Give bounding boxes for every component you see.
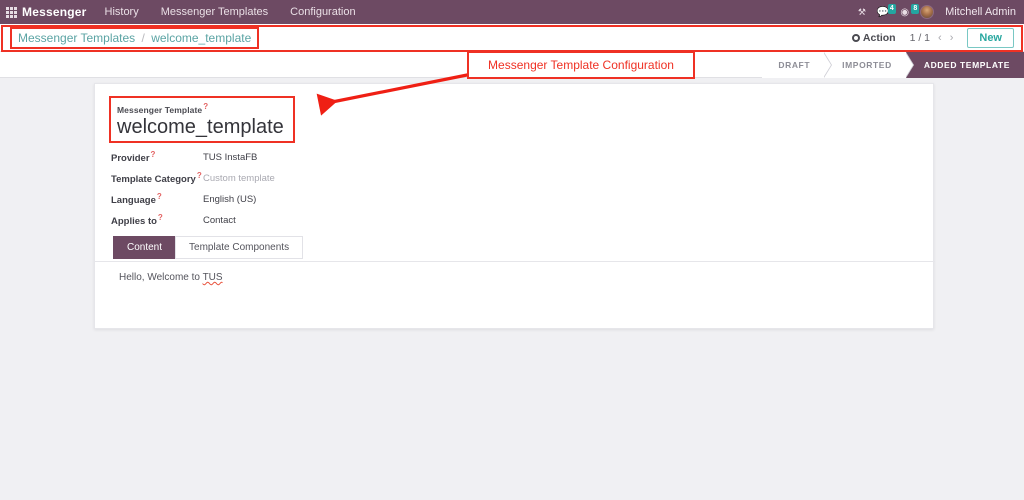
field-row-applies-to: Applies to? Contact bbox=[111, 210, 275, 231]
form-sheet: Messenger Template? welcome_template Pro… bbox=[94, 83, 935, 329]
field-value-provider[interactable]: TUS InstaFB bbox=[203, 152, 257, 163]
status-stage-added-template[interactable]: ADDED TEMPLATE bbox=[905, 52, 1024, 78]
template-name-label-text: Messenger Template bbox=[117, 104, 203, 115]
bug-icon[interactable]: ⚒ bbox=[858, 7, 866, 18]
control-panel: Messenger Templates / welcome_template A… bbox=[0, 24, 1024, 52]
field-label-language: Language? bbox=[111, 192, 162, 207]
field-value-language[interactable]: English (US) bbox=[203, 194, 256, 205]
template-name-label: Messenger Template? bbox=[117, 102, 287, 115]
user-menu-label[interactable]: Mitchell Admin bbox=[945, 6, 1016, 18]
content-text-misspelled: TUS bbox=[202, 272, 223, 283]
activities-icon[interactable]: ◉ 8 bbox=[900, 3, 920, 18]
field-row-provider: Provider? TUS InstaFB bbox=[111, 147, 275, 168]
form-fields: Provider? TUS InstaFB Template Category?… bbox=[111, 147, 275, 231]
tab-template-components[interactable]: Template Components bbox=[175, 236, 304, 259]
gear-icon bbox=[851, 33, 860, 42]
template-name-highlight-box: Messenger Template? welcome_template bbox=[109, 96, 295, 143]
status-stage-imported[interactable]: IMPORTED bbox=[824, 52, 914, 78]
field-value-template-category[interactable]: Custom template bbox=[203, 173, 275, 184]
app-brand-messenger[interactable]: Messenger bbox=[22, 5, 87, 19]
new-button[interactable]: New bbox=[967, 27, 1014, 48]
field-row-language: Language? English (US) bbox=[111, 189, 275, 210]
field-value-applies-to[interactable]: Contact bbox=[203, 215, 236, 226]
required-marker: ? bbox=[203, 102, 209, 111]
tab-divider bbox=[95, 261, 935, 262]
notebook-tabs: Content Template Components bbox=[113, 236, 304, 259]
chevron-left-icon[interactable]: ‹ bbox=[938, 32, 942, 44]
menu-item-configuration[interactable]: Configuration bbox=[290, 6, 355, 18]
field-label-applies-to: Applies to? bbox=[111, 213, 163, 228]
chevron-right-icon[interactable]: › bbox=[950, 32, 954, 44]
content-text: Hello, Welcome to bbox=[119, 272, 203, 283]
menu-item-history[interactable]: History bbox=[105, 6, 139, 18]
field-row-template-category: Template Category? Custom template bbox=[111, 168, 275, 189]
control-panel-actions: Action 1 / 1 ‹ › New bbox=[851, 27, 1024, 48]
avatar[interactable] bbox=[920, 5, 935, 19]
messages-badge: 4 bbox=[887, 3, 896, 14]
messages-icon[interactable]: 💬 4 bbox=[877, 3, 896, 18]
breadcrumb-current: welcome_template bbox=[151, 30, 252, 45]
action-button-label: Action bbox=[862, 31, 896, 44]
application-window: Messenger History Messenger Templates Co… bbox=[0, 0, 1024, 500]
annotation-callout: Messenger Template Configuration bbox=[467, 51, 695, 79]
menu-item-messenger-templates[interactable]: Messenger Templates bbox=[161, 6, 268, 18]
status-stage-draft[interactable]: DRAFT bbox=[762, 52, 832, 78]
breadcrumb-parent[interactable]: Messenger Templates bbox=[18, 31, 135, 45]
breadcrumb-separator: / bbox=[141, 30, 145, 45]
content-tab-body[interactable]: Hello, Welcome to TUS bbox=[119, 272, 223, 283]
field-label-provider: Provider? bbox=[111, 150, 156, 165]
apps-grid-icon[interactable] bbox=[0, 6, 22, 18]
top-navbar: Messenger History Messenger Templates Co… bbox=[0, 0, 1024, 24]
field-label-template-category: Template Category? bbox=[111, 171, 202, 186]
tab-content[interactable]: Content bbox=[113, 236, 177, 259]
activities-badge: 8 bbox=[911, 3, 920, 14]
breadcrumb[interactable]: Messenger Templates / welcome_template bbox=[10, 26, 260, 49]
action-button[interactable]: Action bbox=[851, 31, 896, 44]
pager-count: 1 / 1 bbox=[909, 31, 931, 44]
record-pager: 1 / 1 ‹ › bbox=[910, 32, 954, 44]
template-name-value[interactable]: welcome_template bbox=[117, 115, 287, 139]
navbar-right-tools: ⚒ 💬 4 ◉ 8 Mitchell Admin bbox=[858, 3, 1024, 19]
status-bar: DRAFT IMPORTED ADDED TEMPLATE bbox=[762, 52, 1024, 78]
